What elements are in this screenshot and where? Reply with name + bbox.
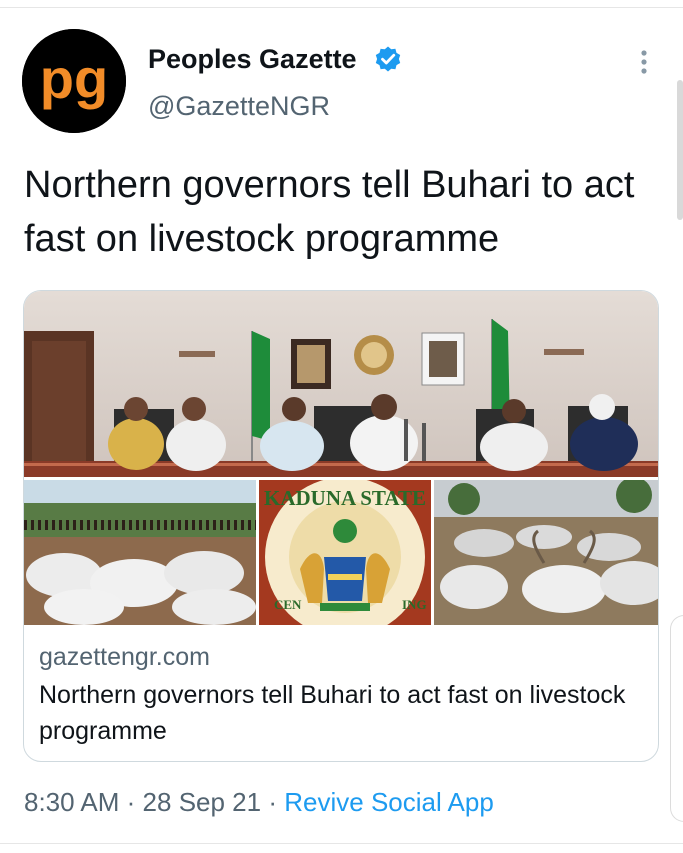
tweet-date[interactable]: 28 Sep 21 [143, 787, 262, 817]
link-card[interactable]: KADUNA STATE CEN ING gazettengr.com Nort… [23, 290, 659, 762]
more-vertical-icon[interactable] [632, 47, 656, 77]
card-title: Northern governors tell Buhari to act fa… [39, 681, 626, 745]
card-meta[interactable]: gazettengr.com Northern governors tell B… [24, 625, 658, 761]
seal-text-left: CEN [274, 597, 302, 612]
avatar[interactable]: pg [22, 29, 126, 133]
tweet-time[interactable]: 8:30 AM [24, 787, 119, 817]
seal-text: KADUNA STATE [264, 486, 426, 510]
author-name[interactable]: Peoples Gazette [148, 44, 357, 75]
tweet-page: pg Peoples Gazette @GazetteNGR Northern … [0, 0, 683, 853]
avatar-logo: pg [22, 29, 126, 133]
card-image-meeting [24, 291, 658, 477]
seal-text-right: ING [402, 597, 427, 612]
scrollbar[interactable] [677, 80, 683, 220]
tweet-source-link[interactable]: Revive Social App [284, 787, 494, 817]
tweet-footer: 8:30 AM · 28 Sep 21 · Revive Social App [24, 787, 494, 818]
footer-separator-2: · [268, 787, 278, 817]
avatar-text: pg [40, 47, 108, 110]
card-image-strip: KADUNA STATE CEN ING [24, 477, 658, 625]
verified-badge-icon [375, 46, 401, 72]
bottom-divider [0, 843, 683, 844]
author-handle[interactable]: @GazetteNGR [148, 91, 330, 122]
footer-separator: · [126, 787, 136, 817]
top-divider [0, 7, 683, 8]
tweet-text: Northern governors tell Buhari to act fa… [24, 164, 635, 260]
card-domain: gazettengr.com [39, 643, 210, 671]
side-panel-edge [670, 615, 683, 822]
